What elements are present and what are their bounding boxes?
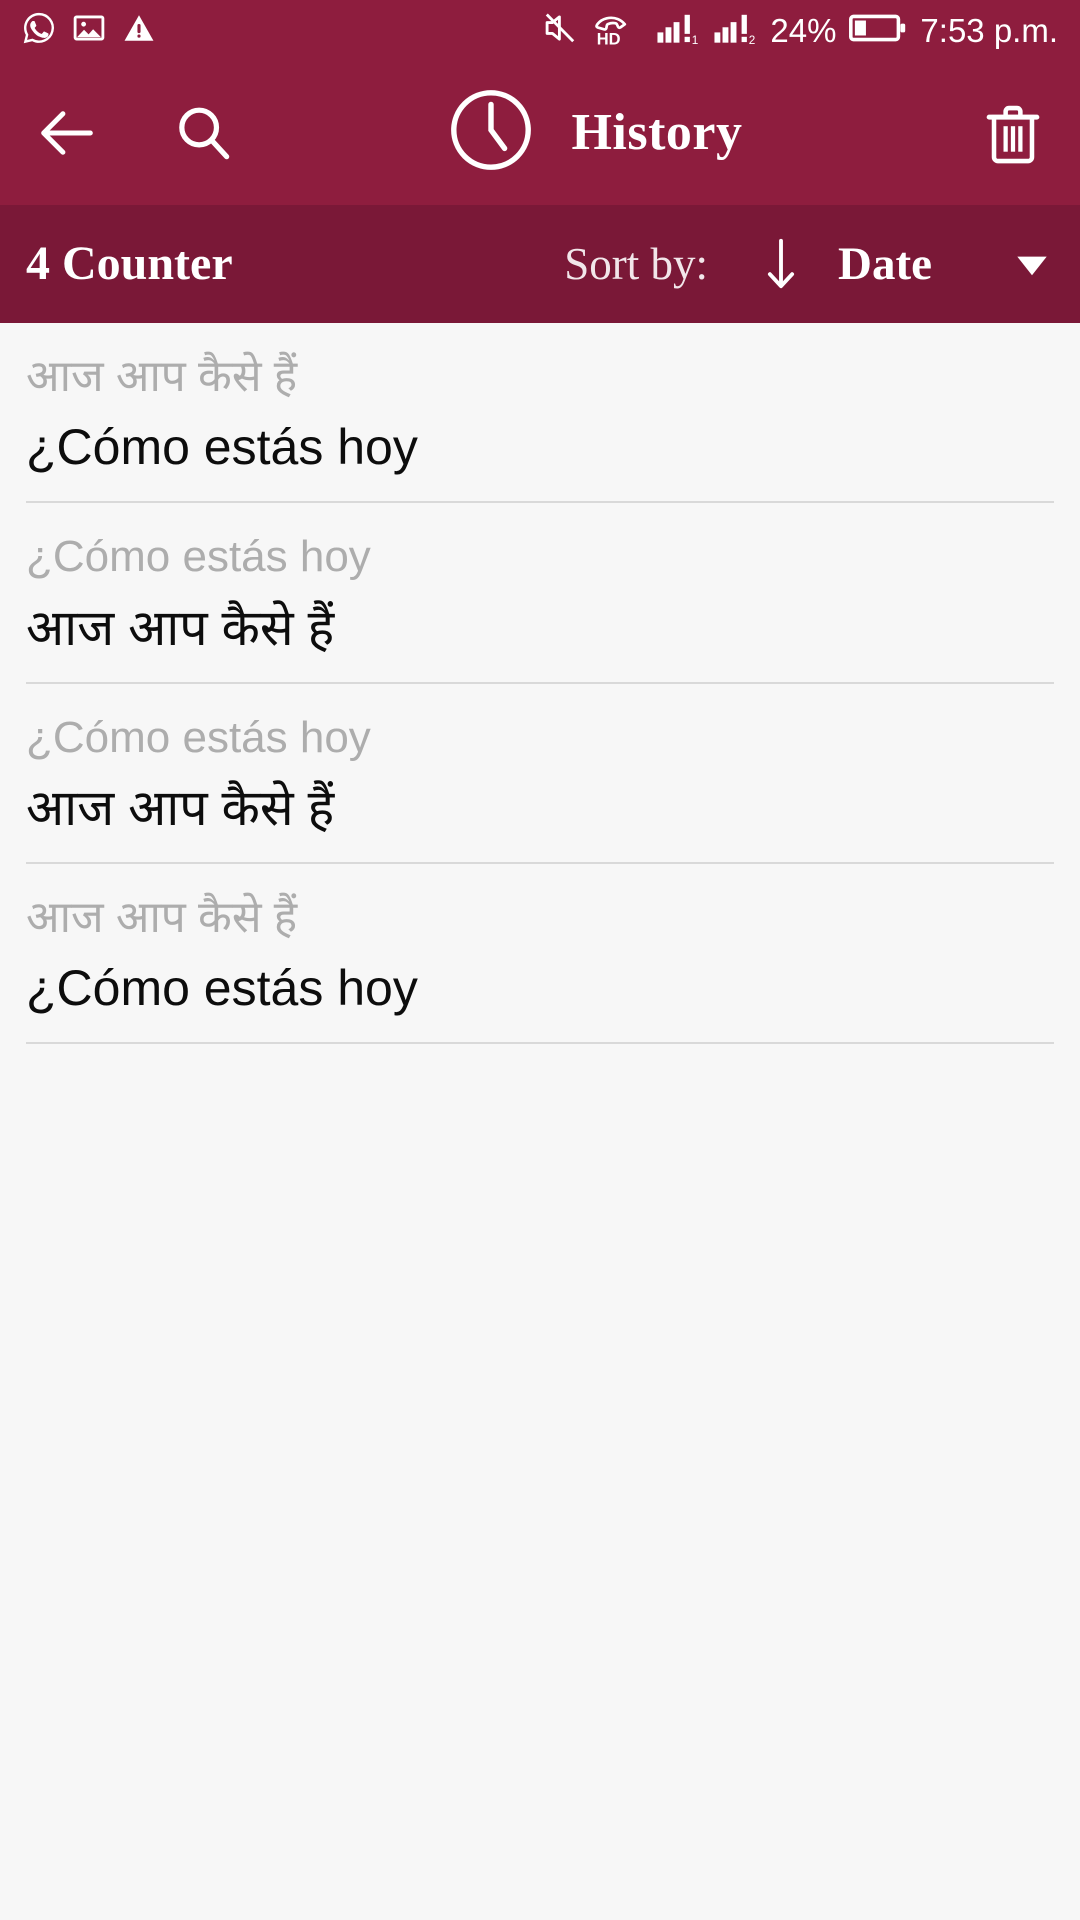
list-divider bbox=[26, 1042, 1054, 1045]
history-list: आज आप कैसे हैं ¿Cómo estás hoy ¿Cómo est… bbox=[0, 323, 1080, 1045]
signal-sim2-icon: 2 bbox=[713, 10, 757, 51]
hd-voice-icon: HD bbox=[591, 10, 643, 51]
whatsapp-icon bbox=[22, 11, 56, 50]
clock-time-label: 7:53 p.m. bbox=[920, 11, 1058, 49]
history-source-text: आज आप कैसे हैं bbox=[26, 352, 298, 401]
sort-bar: 4 Counter Sort by: Date bbox=[0, 205, 1080, 323]
app-bar: History bbox=[0, 60, 1080, 205]
list-item[interactable]: आज आप कैसे हैं ¿Cómo estás hoy bbox=[0, 323, 1080, 504]
sort-control-group[interactable]: Sort by: Date bbox=[564, 234, 1054, 294]
history-target-text: आज आप कैसे हैं bbox=[26, 779, 335, 836]
signal-sim1-icon: 1 bbox=[656, 10, 700, 51]
app-bar-title-group: History bbox=[212, 82, 974, 183]
status-bar: HD 1 2 24% 7:53 p.m. bbox=[0, 0, 1080, 60]
warning-icon bbox=[122, 11, 156, 50]
status-bar-left-icons bbox=[22, 11, 156, 50]
image-icon bbox=[72, 11, 106, 50]
caret-down-icon[interactable] bbox=[1010, 242, 1054, 286]
counter-label: 4 Counter bbox=[26, 237, 233, 290]
arrow-down-icon[interactable] bbox=[756, 234, 806, 294]
svg-text:HD: HD bbox=[597, 30, 621, 46]
sort-by-label: Sort by: bbox=[564, 238, 709, 289]
battery-percent-label: 24% bbox=[770, 11, 837, 49]
clock-icon bbox=[443, 82, 539, 183]
trash-icon[interactable] bbox=[974, 94, 1052, 172]
mute-icon bbox=[542, 10, 578, 51]
history-target-text: ¿Cómo estás hoy bbox=[26, 960, 418, 1017]
battery-icon bbox=[849, 11, 907, 50]
page-title: History bbox=[571, 103, 743, 161]
back-arrow-icon[interactable] bbox=[28, 94, 106, 172]
history-source-text: आज आप कैसे हैं bbox=[26, 892, 298, 942]
sort-value-label[interactable]: Date bbox=[838, 240, 932, 288]
list-item[interactable]: ¿Cómo estás hoy आज आप कैसे हैं bbox=[0, 503, 1080, 684]
svg-text:1: 1 bbox=[692, 34, 699, 46]
list-item[interactable]: ¿Cómo estás hoy आज आप कैसे हैं bbox=[0, 683, 1080, 864]
list-item[interactable]: आज आप कैसे हैं ¿Cómo estás hoy bbox=[0, 863, 1080, 1045]
status-bar-right-icons: HD 1 2 24% 7:53 p.m. bbox=[542, 10, 1058, 51]
history-source-text: ¿Cómo estás hoy bbox=[26, 712, 371, 762]
history-source-text: ¿Cómo estás hoy bbox=[26, 532, 371, 582]
svg-text:2: 2 bbox=[749, 34, 756, 46]
history-target-text: आज आप कैसे हैं bbox=[26, 599, 335, 656]
history-target-text: ¿Cómo estás hoy bbox=[26, 419, 418, 476]
